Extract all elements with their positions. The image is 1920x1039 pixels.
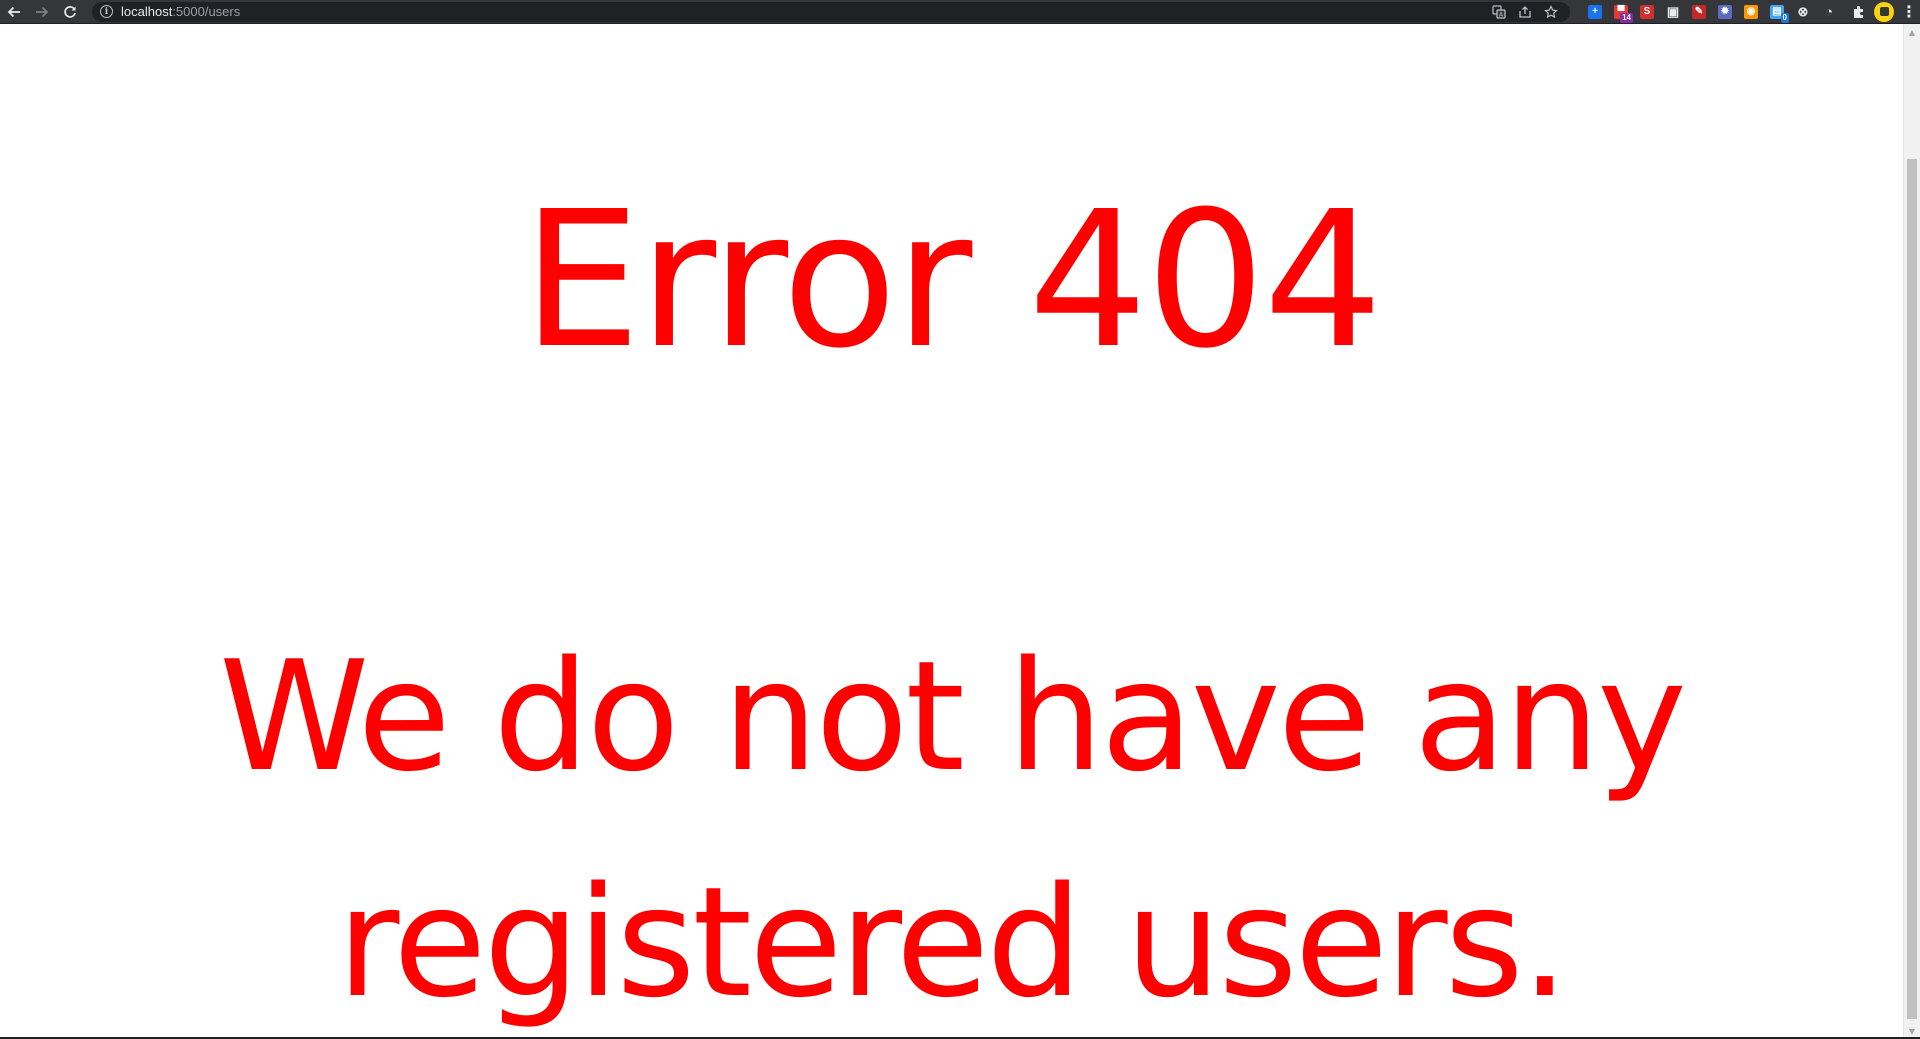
browser-menu-button[interactable]: ⋮ bbox=[1898, 0, 1920, 24]
vertical-scrollbar[interactable]: ▲ ▼ bbox=[1903, 24, 1920, 1039]
extension-gear-button[interactable]: ✹ bbox=[1712, 0, 1738, 24]
extension-plus-icon: + bbox=[1588, 4, 1602, 19]
extension-plus-button[interactable]: + bbox=[1582, 0, 1608, 24]
extension-timer-icon: ◔ bbox=[1825, 4, 1833, 19]
url-text[interactable]: localhost:5000/users bbox=[121, 4, 240, 19]
extension-s-icon: S bbox=[1640, 4, 1654, 19]
translate-icon[interactable]: A bbox=[1486, 2, 1512, 22]
extension-owl-icon: ◉ bbox=[1744, 4, 1758, 19]
url-host: localhost bbox=[121, 4, 173, 19]
extension-chat-badge: 14 bbox=[1620, 12, 1633, 23]
extension-s-button[interactable]: S bbox=[1634, 0, 1660, 24]
profile-avatar[interactable] bbox=[1874, 1, 1894, 22]
omnibox-actions: A bbox=[1486, 2, 1570, 22]
back-button[interactable] bbox=[0, 0, 28, 24]
avatar-icon bbox=[1879, 7, 1889, 16]
bookmark-star-icon[interactable] bbox=[1538, 2, 1564, 22]
address-bar[interactable]: i localhost:5000/users A bbox=[92, 1, 1570, 22]
arrow-right-icon bbox=[36, 6, 49, 17]
url-path: :5000/users bbox=[172, 4, 241, 19]
extension-circle-icon: ⊗ bbox=[1797, 3, 1809, 19]
extensions-bar: + ▀ 14 S ▣ ✎ ✹ ◉ ▤ 0 ⊗ ◔ bbox=[1582, 0, 1842, 24]
forward-button[interactable] bbox=[28, 0, 56, 24]
error-message: We do not have any registered users. bbox=[0, 604, 1903, 1039]
extension-chat-button[interactable]: ▀ 14 bbox=[1608, 0, 1634, 24]
browser-toolbar: i localhost:5000/users A + ▀ 14 S ▣ ✎ ✹ ◉ ▤ 0 ⊗ ◔ ⋮ bbox=[0, 0, 1920, 24]
extension-window-button[interactable]: ▣ bbox=[1660, 0, 1686, 24]
extension-docs-badge: 0 bbox=[1780, 12, 1789, 23]
extension-window-icon: ▣ bbox=[1666, 3, 1680, 19]
extension-gear-icon: ✹ bbox=[1718, 4, 1732, 19]
site-info-icon[interactable]: i bbox=[100, 5, 113, 18]
error-message-line-1: We do not have any bbox=[219, 628, 1687, 805]
scroll-up-arrow-icon[interactable]: ▲ bbox=[1904, 24, 1920, 40]
error-message-line-2: registered users. bbox=[336, 854, 1569, 1031]
extension-circle-button[interactable]: ⊗ bbox=[1790, 0, 1816, 24]
reload-icon bbox=[64, 5, 76, 18]
extension-pen-button[interactable]: ✎ bbox=[1686, 0, 1712, 24]
extension-owl-button[interactable]: ◉ bbox=[1738, 0, 1764, 24]
extension-timer-button[interactable]: ◔ bbox=[1816, 0, 1842, 24]
page-viewport: Error 404 We do not have any registered … bbox=[0, 24, 1903, 1039]
scrollbar-thumb[interactable] bbox=[1907, 159, 1917, 1019]
share-icon[interactable] bbox=[1512, 2, 1538, 22]
error-heading: Error 404 bbox=[522, 171, 1383, 390]
puzzle-icon[interactable] bbox=[1846, 0, 1872, 24]
extension-docs-button[interactable]: ▤ 0 bbox=[1764, 0, 1790, 24]
extension-pen-icon: ✎ bbox=[1692, 4, 1706, 19]
arrow-left-icon bbox=[7, 6, 20, 17]
reload-button[interactable] bbox=[56, 0, 84, 24]
